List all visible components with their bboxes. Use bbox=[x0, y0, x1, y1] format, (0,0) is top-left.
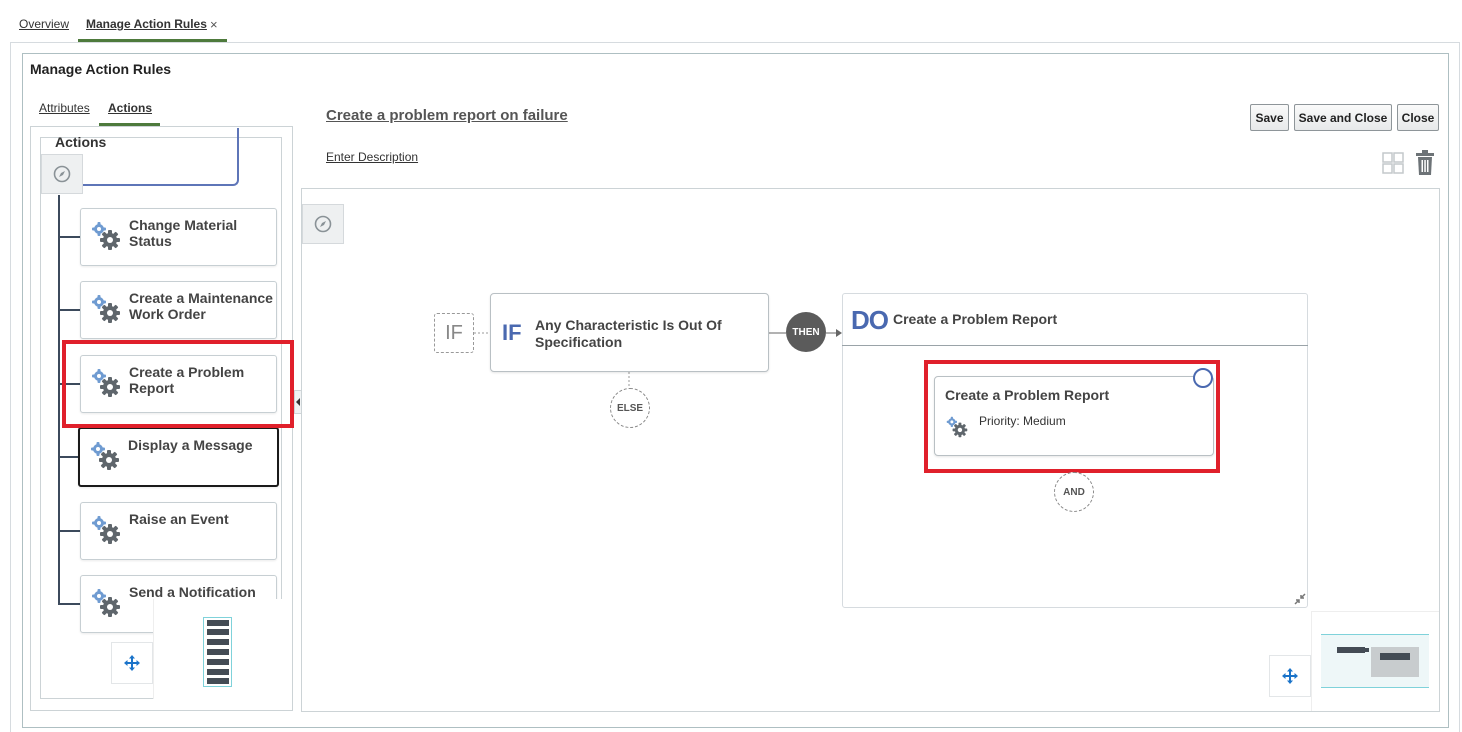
overview-node bbox=[1365, 648, 1369, 652]
overview-node bbox=[1337, 647, 1365, 653]
and-connector[interactable]: AND bbox=[1054, 472, 1094, 512]
overview-node bbox=[1380, 653, 1410, 660]
if-label: IF bbox=[502, 320, 522, 345]
canvas-overview-map[interactable] bbox=[1321, 634, 1429, 688]
collapse-arrows-icon[interactable] bbox=[1293, 592, 1307, 611]
do-header-divider bbox=[842, 345, 1308, 346]
if-condition-toggle[interactable]: IF bbox=[434, 313, 474, 353]
else-connector[interactable]: ELSE bbox=[610, 388, 650, 428]
do-label: DO bbox=[851, 305, 889, 335]
overview-viewport bbox=[1371, 647, 1419, 677]
then-connector[interactable]: THEN bbox=[786, 312, 826, 352]
highlight-box bbox=[924, 360, 1220, 473]
do-title: Create a Problem Report bbox=[893, 311, 1058, 327]
canvas-pan-button[interactable] bbox=[1269, 655, 1311, 697]
move-arrows-icon bbox=[1282, 668, 1298, 684]
if-condition-text: Any Characteristic Is Out Of Specificati… bbox=[535, 317, 722, 350]
